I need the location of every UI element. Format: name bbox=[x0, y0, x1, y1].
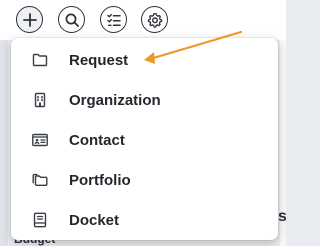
settings-button[interactable] bbox=[141, 6, 168, 33]
search-icon bbox=[65, 13, 79, 27]
background-sidebar bbox=[0, 40, 8, 246]
building-icon bbox=[31, 91, 49, 109]
menu-item-organization[interactable]: Organization bbox=[11, 80, 278, 120]
menu-item-label: Request bbox=[69, 51, 129, 69]
background-partial-heading: s bbox=[278, 208, 286, 225]
menu-item-docket[interactable]: Docket bbox=[11, 200, 278, 240]
add-dropdown-menu: Request Organization Contact Portfolio D… bbox=[11, 38, 278, 240]
menu-item-label: Portfolio bbox=[69, 171, 131, 189]
contact-card-icon bbox=[31, 131, 49, 149]
tasks-button[interactable] bbox=[100, 6, 127, 33]
toolbar bbox=[0, 0, 286, 40]
menu-item-request[interactable]: Request bbox=[11, 40, 278, 80]
menu-item-portfolio[interactable]: Portfolio bbox=[11, 160, 278, 200]
docket-icon bbox=[31, 211, 49, 229]
gear-icon bbox=[147, 12, 162, 28]
search-button[interactable] bbox=[58, 6, 85, 33]
menu-item-label: Docket bbox=[69, 211, 120, 229]
menu-item-contact[interactable]: Contact bbox=[11, 120, 278, 160]
add-button[interactable] bbox=[16, 6, 43, 33]
task-list-icon bbox=[106, 13, 121, 26]
folder-icon bbox=[31, 51, 49, 69]
plus-icon bbox=[22, 12, 37, 27]
menu-item-label: Contact bbox=[69, 131, 125, 149]
menu-item-label: Organization bbox=[69, 91, 161, 109]
folders-icon bbox=[31, 171, 49, 189]
